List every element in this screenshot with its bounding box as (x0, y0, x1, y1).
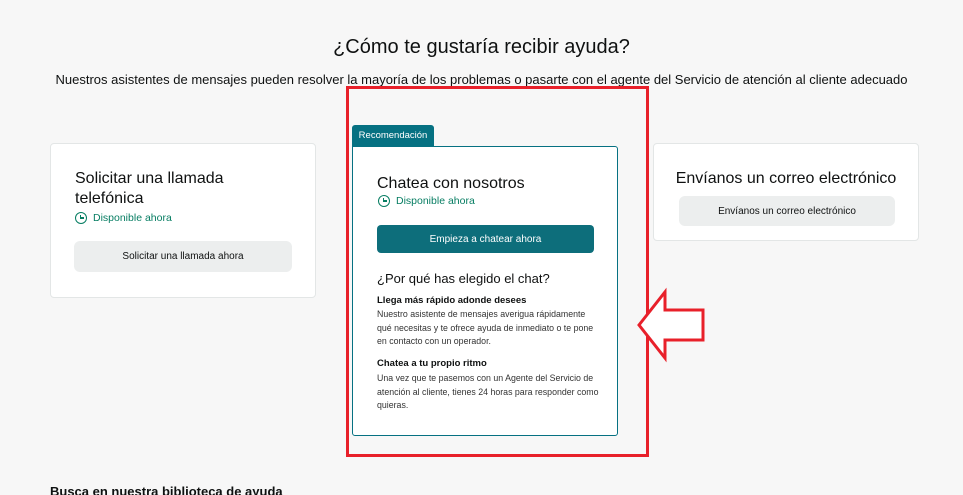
request-call-button[interactable]: Solicitar una llamada ahora (74, 241, 292, 272)
email-card-title: Envíanos un correo electrónico (675, 170, 897, 187)
reason-title: Chatea a tu propio ritmo (377, 358, 487, 369)
clock-icon (75, 212, 87, 224)
why-chat-heading: ¿Por qué has elegido el chat? (377, 271, 550, 286)
page-subtitle: Nuestros asistentes de mensajes pueden r… (55, 72, 908, 87)
reason-title: Llega más rápido adonde desees (377, 295, 527, 306)
chat-card: Chatea con nosotros Disponible ahora Emp… (352, 146, 618, 436)
email-card: Envíanos un correo electrónico Envíanos … (653, 143, 919, 241)
clock-icon (378, 195, 390, 207)
page-title: ¿Cómo te gustaría recibir ayuda? (333, 36, 630, 58)
recommendation-tag: Recomendación (352, 125, 434, 146)
chat-availability-label: Disponible ahora (396, 195, 475, 207)
reason-text: Nuestro asistente de mensajes averigua r… (377, 309, 594, 347)
chat-availability: Disponible ahora (378, 195, 475, 207)
page: ¿Cómo te gustaría recibir ayuda? Nuestro… (0, 0, 963, 495)
reason-text: Una vez que te pasemos con un Agente del… (377, 373, 599, 411)
call-availability-label: Disponible ahora (93, 212, 172, 224)
help-library-heading: Busca en nuestra biblioteca de ayuda (50, 484, 283, 495)
chat-card-title: Chatea con nosotros (377, 175, 525, 192)
send-email-button[interactable]: Envíanos un correo electrónico (679, 196, 895, 226)
call-availability: Disponible ahora (75, 212, 172, 224)
call-card: Solicitar una llamada telefónica Disponi… (50, 143, 316, 298)
call-card-title: Solicitar una llamada telefónica (75, 170, 224, 207)
start-chat-button[interactable]: Empieza a chatear ahora (377, 225, 594, 253)
left-arrow-icon (637, 287, 705, 363)
